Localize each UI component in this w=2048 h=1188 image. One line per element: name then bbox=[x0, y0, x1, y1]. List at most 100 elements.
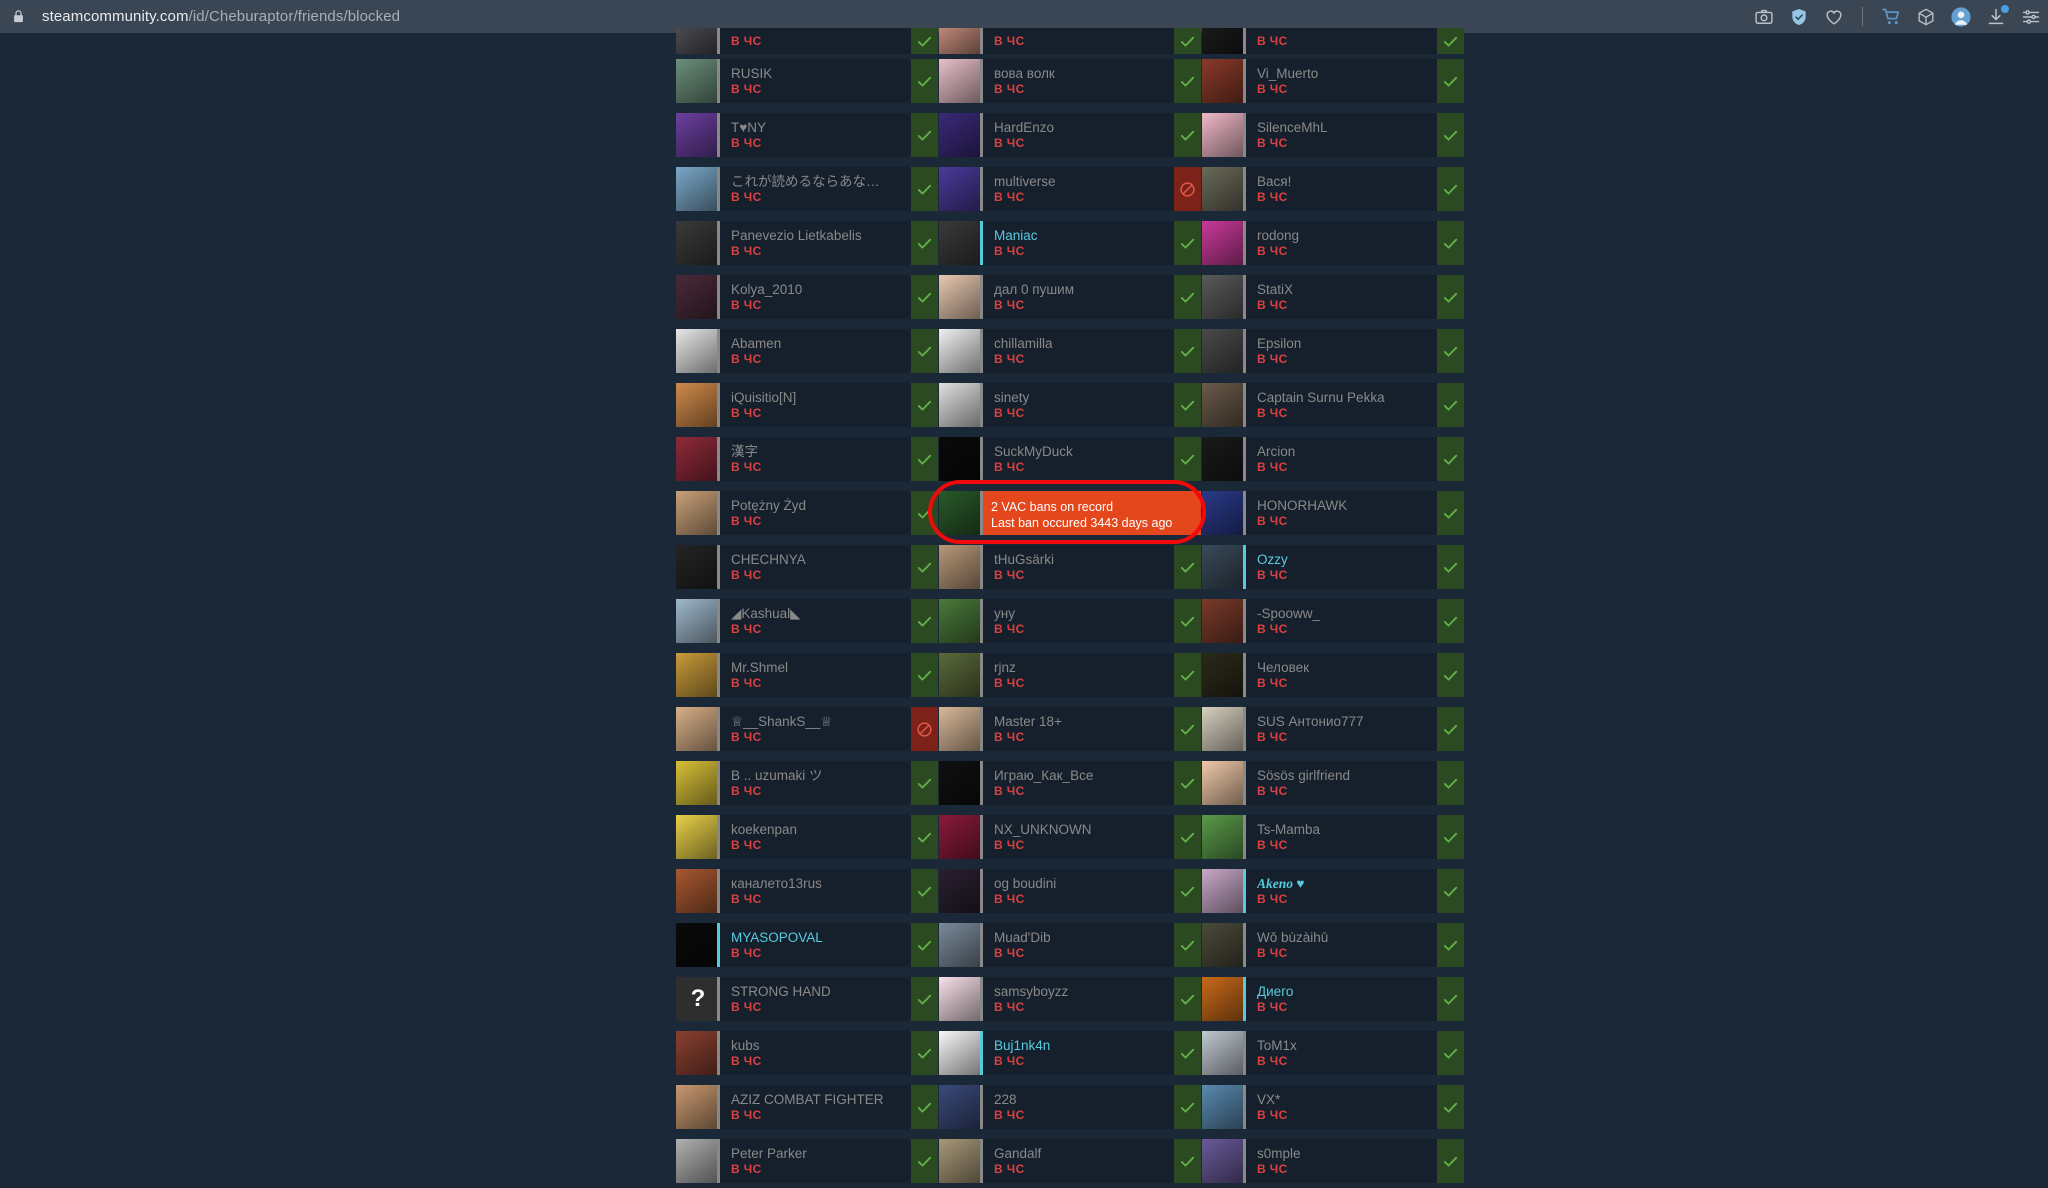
row-body[interactable]: Master 18+ В ЧС bbox=[939, 707, 1201, 751]
row-body[interactable]: Muad'Dib В ЧС bbox=[939, 923, 1201, 967]
unblock-check-icon-button[interactable] bbox=[911, 275, 938, 319]
player-name[interactable]: 漢字 bbox=[731, 444, 891, 460]
row-body[interactable]: これが読めるならあなたはゲ…В ЧС bbox=[676, 167, 938, 211]
unblock-check-icon-button[interactable] bbox=[911, 491, 938, 535]
player-name[interactable]: Gandalf bbox=[994, 1146, 1154, 1162]
blocked-user-row[interactable]: дал 0 пушим В ЧС bbox=[939, 270, 1201, 324]
row-body[interactable]: AZIZ COMBAT FIGHTER В ЧС bbox=[676, 1085, 938, 1129]
player-name[interactable]: Captain Surnu Pekka bbox=[1257, 390, 1417, 406]
camera-icon[interactable] bbox=[1753, 6, 1775, 28]
row-body[interactable]: Peter Parker В ЧС bbox=[676, 1139, 938, 1183]
blocked-user-row[interactable]: Ts-Mamba В ЧС bbox=[1202, 810, 1464, 864]
blocked-user-row[interactable]: HardEnzo В ЧС bbox=[939, 108, 1201, 162]
row-body[interactable]: уну В ЧС bbox=[939, 599, 1201, 643]
row-body[interactable]: SUS Антонио777 В ЧС bbox=[1202, 707, 1464, 751]
blocked-user-row[interactable]: sinety В ЧС bbox=[939, 378, 1201, 432]
avatar[interactable] bbox=[676, 167, 720, 211]
blocked-user-row[interactable]: Mr.Shmel В ЧС bbox=[676, 648, 938, 702]
row-body[interactable]: ? STRONG HAND В ЧС bbox=[676, 977, 938, 1021]
blocked-user-row[interactable]: вова волк В ЧС bbox=[939, 54, 1201, 108]
avatar[interactable] bbox=[939, 545, 983, 589]
avatar[interactable] bbox=[1202, 923, 1246, 967]
player-name[interactable]: каналето13rus bbox=[731, 876, 891, 892]
player-name[interactable]: Peter Parker bbox=[731, 1146, 891, 1162]
row-body[interactable]: дал 0 пушим В ЧС bbox=[939, 275, 1201, 319]
avatar[interactable] bbox=[676, 1031, 720, 1075]
unblock-check-icon-button[interactable] bbox=[1437, 491, 1464, 535]
row-body[interactable]: ◢Kashual◣ В ЧС bbox=[676, 599, 938, 643]
player-name[interactable]: STRONG HAND bbox=[731, 984, 891, 1000]
unblock-check-icon-button[interactable] bbox=[1437, 28, 1464, 54]
blocked-user-row[interactable]: iQuisitio[N] В ЧС bbox=[676, 378, 938, 432]
player-name[interactable]: AZIZ COMBAT FIGHTER bbox=[731, 1092, 891, 1108]
row-body[interactable]: HardEnzo В ЧС bbox=[939, 113, 1201, 157]
blocked-user-row[interactable]: chillamilla В ЧС bbox=[939, 324, 1201, 378]
blocked-user-row[interactable]: Человек В ЧС bbox=[1202, 648, 1464, 702]
player-name[interactable]: rodong bbox=[1257, 228, 1417, 244]
blocked-denied-icon-button[interactable] bbox=[911, 707, 938, 751]
player-name[interactable]: 228 bbox=[994, 1092, 1154, 1108]
row-body[interactable]: Potężny Żyd В ЧС bbox=[676, 491, 938, 535]
avatar[interactable] bbox=[1202, 59, 1246, 103]
unblock-check-icon-button[interactable] bbox=[1437, 329, 1464, 373]
blocked-user-row[interactable]: CHECHNYA В ЧС bbox=[676, 540, 938, 594]
row-body[interactable]: iQuisitio[N] В ЧС bbox=[676, 383, 938, 427]
unblock-check-icon-button[interactable] bbox=[1437, 977, 1464, 1021]
player-name[interactable]: Ts-Mamba bbox=[1257, 822, 1417, 838]
blocked-user-row[interactable]: Вася! В ЧС bbox=[1202, 162, 1464, 216]
avatar[interactable] bbox=[939, 275, 983, 319]
row-body[interactable]: Vi_Muerto В ЧС bbox=[1202, 59, 1464, 103]
avatar[interactable] bbox=[939, 383, 983, 427]
row-body[interactable]: tHuGsärki В ЧС bbox=[939, 545, 1201, 589]
unblock-check-icon-button[interactable] bbox=[1437, 707, 1464, 751]
unblock-check-icon-button[interactable] bbox=[1437, 383, 1464, 427]
avatar[interactable] bbox=[939, 761, 983, 805]
player-name[interactable]: Akeno ♥ bbox=[1257, 876, 1417, 892]
avatar[interactable] bbox=[676, 599, 720, 643]
row-body[interactable]: В ЧС bbox=[676, 28, 938, 54]
blocked-user-row[interactable]: 2 VAC bans on record Last ban occured 344… bbox=[928, 480, 1206, 544]
blocked-user-row[interactable]: -Spooww_ В ЧС bbox=[1202, 594, 1464, 648]
avatar[interactable] bbox=[1202, 1085, 1246, 1129]
player-name[interactable]: дал 0 пушим bbox=[994, 282, 1154, 298]
avatar[interactable] bbox=[1202, 383, 1246, 427]
unblock-check-icon-button[interactable] bbox=[911, 923, 938, 967]
player-name[interactable]: -Spooww_ bbox=[1257, 606, 1417, 622]
avatar[interactable] bbox=[676, 329, 720, 373]
unblock-check-icon-button[interactable] bbox=[1437, 437, 1464, 481]
row-body[interactable]: MYASOPOVAL В ЧС bbox=[676, 923, 938, 967]
row-body[interactable]: multiverse В ЧС bbox=[939, 167, 1201, 211]
avatar[interactable] bbox=[939, 329, 983, 373]
player-name[interactable]: Potężny Żyd bbox=[731, 498, 891, 514]
unblock-check-icon-button[interactable] bbox=[1174, 545, 1201, 589]
player-name[interactable]: Ozzy bbox=[1257, 552, 1417, 568]
unblock-check-icon-button[interactable] bbox=[1174, 761, 1201, 805]
blocked-user-row[interactable]: VX* В ЧС bbox=[1202, 1080, 1464, 1134]
avatar[interactable] bbox=[1202, 977, 1246, 1021]
row-body[interactable]: Maniac В ЧС bbox=[939, 221, 1201, 265]
unblock-check-icon-button[interactable] bbox=[911, 437, 938, 481]
player-name[interactable]: og boudini bbox=[994, 876, 1154, 892]
row-body[interactable]: chillamilla В ЧС bbox=[939, 329, 1201, 373]
unblock-check-icon-button[interactable] bbox=[911, 329, 938, 373]
row-body[interactable]: s0mple В ЧС bbox=[1202, 1139, 1464, 1183]
avatar[interactable] bbox=[939, 491, 983, 535]
blocked-user-row[interactable]: Vi_Muerto В ЧС bbox=[1202, 54, 1464, 108]
row-body[interactable]: В ЧС bbox=[939, 28, 1201, 54]
settings-sliders-icon[interactable] bbox=[2020, 6, 2042, 28]
avatar[interactable] bbox=[676, 275, 720, 319]
avatar[interactable] bbox=[676, 707, 720, 751]
row-body[interactable]: B .. uzumaki ツВ ЧС bbox=[676, 761, 938, 805]
avatar[interactable] bbox=[676, 545, 720, 589]
blocked-user-row[interactable]: B .. uzumaki ツВ ЧС bbox=[676, 756, 938, 810]
blocked-user-row[interactable]: Panevezio Lietkabelis В ЧС bbox=[676, 216, 938, 270]
unblock-check-icon-button[interactable] bbox=[1437, 275, 1464, 319]
blocked-user-row[interactable]: og boudini В ЧС bbox=[939, 864, 1201, 918]
avatar[interactable] bbox=[1202, 437, 1246, 481]
shield-check-icon[interactable] bbox=[1788, 6, 1810, 28]
unblock-check-icon-button[interactable] bbox=[911, 1031, 938, 1075]
player-name[interactable]: sinety bbox=[994, 390, 1154, 406]
unblock-check-icon-button[interactable] bbox=[1174, 1085, 1201, 1129]
avatar[interactable]: ? bbox=[676, 977, 720, 1021]
row-body[interactable]: CHECHNYA В ЧС bbox=[676, 545, 938, 589]
